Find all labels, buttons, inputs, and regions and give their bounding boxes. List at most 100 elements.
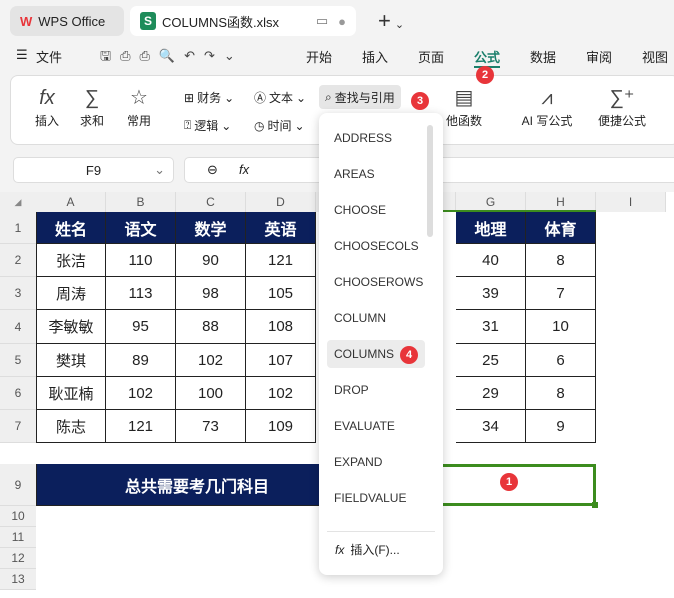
table-cell[interactable]: 88	[176, 310, 246, 344]
table-cell[interactable]: 102	[176, 344, 246, 377]
tab-document[interactable]: S COLUMNS函数.xlsx ▭ ●	[130, 6, 356, 36]
menu-home[interactable]: 开始	[306, 47, 332, 66]
column-header-B[interactable]: B	[106, 192, 176, 212]
table-cell[interactable]: 6	[526, 344, 596, 377]
time-button[interactable]: ◷ 时间 ⌄	[254, 117, 305, 134]
table-cell[interactable]: 102	[246, 377, 316, 410]
name-box[interactable]: F9 ⌄	[13, 157, 174, 183]
select-all-corner[interactable]: ◢	[0, 192, 36, 212]
common-button[interactable]: ☆ 常用	[117, 84, 161, 129]
menu-item-areas[interactable]: AREAS	[327, 160, 425, 188]
table-cell[interactable]: 陈志	[36, 410, 106, 443]
table-cell[interactable]: 107	[246, 344, 316, 377]
row-header-13[interactable]: 13	[0, 569, 36, 590]
quick-access-icons[interactable]: 🖫⎙⎙🔍↶↷⌄	[100, 47, 244, 69]
column-header-G[interactable]: G	[456, 192, 526, 212]
menu-file[interactable]: 文件	[36, 47, 62, 66]
menu-item-address[interactable]: ADDRESS	[327, 124, 425, 152]
insert-function-item[interactable]: fx 插入(F)...	[335, 541, 400, 558]
table-cell[interactable]: 29	[456, 377, 526, 410]
table-header-cell[interactable]: 数学	[176, 212, 246, 244]
table-cell[interactable]: 8	[526, 244, 596, 277]
row-header-1[interactable]: 1	[0, 212, 36, 244]
table-cell[interactable]: 耿亚楠	[36, 377, 106, 410]
column-header-D[interactable]: D	[246, 192, 316, 212]
menu-item-fieldvalue[interactable]: FIELDVALUE	[327, 484, 425, 512]
table-cell[interactable]: 31	[456, 310, 526, 344]
menu-item-drop[interactable]: DROP	[327, 376, 425, 404]
menu-review[interactable]: 审阅	[586, 47, 612, 66]
fx-icon[interactable]: fx	[239, 162, 249, 177]
menu-item-choosecols[interactable]: CHOOSECOLS	[327, 232, 425, 260]
insert-function-button[interactable]: fx 插入	[25, 84, 69, 129]
table-cell[interactable]: 40	[456, 244, 526, 277]
table-cell[interactable]: 110	[106, 244, 176, 277]
row-header-4[interactable]: 4	[0, 310, 36, 344]
menu-data[interactable]: 数据	[530, 47, 556, 66]
table-cell[interactable]: 25	[456, 344, 526, 377]
table-cell[interactable]: 100	[176, 377, 246, 410]
monitor-icon[interactable]: ▭	[316, 13, 328, 29]
zoom-formula-icon[interactable]: ⊖	[207, 162, 218, 178]
table-cell[interactable]: 7	[526, 277, 596, 310]
row-header-6[interactable]: 6	[0, 377, 36, 410]
table-header-cell[interactable]: 英语	[246, 212, 316, 244]
menu-item-chooserows[interactable]: CHOOSEROWS	[327, 268, 425, 296]
table-cell[interactable]: 李敏敏	[36, 310, 106, 344]
row-header-11[interactable]: 11	[0, 527, 36, 548]
table-cell[interactable]: 108	[246, 310, 316, 344]
quick-formula-button[interactable]: ∑⁺ 便捷公式	[590, 84, 654, 129]
column-header-I[interactable]: I	[596, 192, 666, 212]
other-functions-button[interactable]: ▤ 他函数	[438, 84, 490, 129]
menu-view[interactable]: 视图	[642, 47, 668, 66]
menu-item-choose[interactable]: CHOOSE	[327, 196, 425, 224]
table-header-cell[interactable]: 体育	[526, 212, 596, 244]
menu-item-column[interactable]: COLUMN	[327, 304, 425, 332]
row-header-12[interactable]: 12	[0, 548, 36, 569]
table-cell[interactable]: 樊琪	[36, 344, 106, 377]
row-header-5[interactable]: 5	[0, 344, 36, 377]
table-cell[interactable]: 90	[176, 244, 246, 277]
table-cell[interactable]: 105	[246, 277, 316, 310]
table-cell[interactable]: 73	[176, 410, 246, 443]
table-cell[interactable]: 39	[456, 277, 526, 310]
logic-button[interactable]: ⍰ 逻辑 ⌄	[184, 117, 231, 134]
table-cell[interactable]: 102	[106, 377, 176, 410]
row-header-10[interactable]: 10	[0, 506, 36, 527]
table-cell[interactable]: 34	[456, 410, 526, 443]
ai-formula-button[interactable]: ⩘ AI 写公式	[516, 84, 578, 129]
table-cell[interactable]: 95	[106, 310, 176, 344]
menu-item-expand[interactable]: EXPAND	[327, 448, 425, 476]
sum-button[interactable]: ∑ 求和	[70, 84, 114, 129]
hamburger-icon[interactable]: ☰	[16, 47, 28, 63]
row-header-9[interactable]: 9	[0, 464, 36, 506]
table-cell[interactable]: 109	[246, 410, 316, 443]
chevron-down-icon[interactable]: ⌄	[395, 19, 404, 31]
column-header-A[interactable]: A	[36, 192, 106, 212]
new-tab-button[interactable]: + ⌄	[378, 8, 404, 34]
table-header-cell[interactable]: 姓名	[36, 212, 106, 244]
text-button[interactable]: Ⓐ 文本 ⌄	[254, 89, 306, 106]
lookup-button[interactable]: ⌕ 查找与引用	[319, 85, 401, 109]
table-cell[interactable]: 张洁	[36, 244, 106, 277]
table-cell[interactable]: 113	[106, 277, 176, 310]
table-cell[interactable]: 121	[246, 244, 316, 277]
row-header-3[interactable]: 3	[0, 277, 36, 310]
row-header-7[interactable]: 7	[0, 410, 36, 443]
menu-scrollbar[interactable]	[427, 125, 433, 237]
tab-wps-office[interactable]: W WPS Office	[10, 6, 124, 36]
table-cell[interactable]: 121	[106, 410, 176, 443]
table-cell[interactable]: 89	[106, 344, 176, 377]
table-cell[interactable]: 98	[176, 277, 246, 310]
menu-page[interactable]: 页面	[418, 47, 444, 66]
table-cell[interactable]: 周涛	[36, 277, 106, 310]
chevron-down-icon[interactable]: ⌄	[154, 162, 165, 178]
fill-handle[interactable]	[592, 502, 598, 508]
table-cell[interactable]: 8	[526, 377, 596, 410]
row-header-2[interactable]: 2	[0, 244, 36, 277]
table-header-cell[interactable]: 语文	[106, 212, 176, 244]
column-header-C[interactable]: C	[176, 192, 246, 212]
menu-item-evaluate[interactable]: EVALUATE	[327, 412, 425, 440]
table-cell[interactable]: 9	[526, 410, 596, 443]
menu-formula[interactable]: 公式	[474, 47, 501, 68]
